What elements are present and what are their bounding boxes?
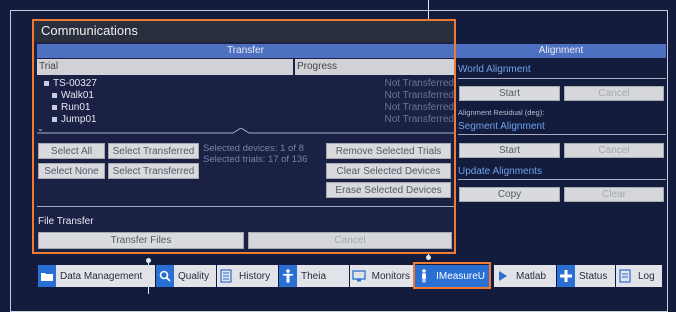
highlight-frame (413, 262, 491, 289)
segment-alignment-label: Segment Alignment (458, 121, 545, 132)
tab-monitors[interactable]: Monitors (350, 265, 414, 287)
world-start-button[interactable]: Start (459, 86, 560, 101)
tab-quality[interactable]: Quality (156, 265, 216, 287)
tab-log[interactable]: Log (616, 265, 662, 287)
tab-bar: Data Management Quality History Theia Mo… (38, 265, 662, 287)
world-cancel-button[interactable]: Cancel (564, 86, 664, 101)
alignment-header: Alignment (456, 44, 666, 58)
plus-icon (557, 265, 575, 287)
tab-history[interactable]: History (217, 265, 278, 287)
highlight-frame (32, 19, 456, 254)
segment-start-button[interactable]: Start (459, 143, 560, 158)
divider (458, 78, 666, 79)
folder-icon (38, 265, 56, 287)
monitor-icon (350, 265, 368, 287)
tab-theia[interactable]: Theia (279, 265, 349, 287)
segment-cancel-button[interactable]: Cancel (564, 143, 664, 158)
person-icon (279, 265, 297, 287)
guide-knob (146, 258, 151, 263)
tab-data-management[interactable]: Data Management (38, 265, 155, 287)
log-icon (616, 265, 634, 287)
divider (458, 134, 666, 135)
tab-matlab[interactable]: Matlab (494, 265, 556, 287)
tab-status[interactable]: Status (557, 265, 615, 287)
clear-button[interactable]: Clear (564, 187, 664, 202)
document-icon (217, 265, 235, 287)
guide-knob (426, 255, 431, 260)
copy-button[interactable]: Copy (459, 187, 560, 202)
alignment-residual-label: Alignment Residual (deg): (458, 108, 545, 117)
divider (458, 179, 666, 180)
world-alignment-label: World Alignment (458, 64, 531, 75)
play-icon (494, 265, 512, 287)
search-icon (156, 265, 174, 287)
update-alignments-label: Update Alignments (458, 166, 542, 177)
